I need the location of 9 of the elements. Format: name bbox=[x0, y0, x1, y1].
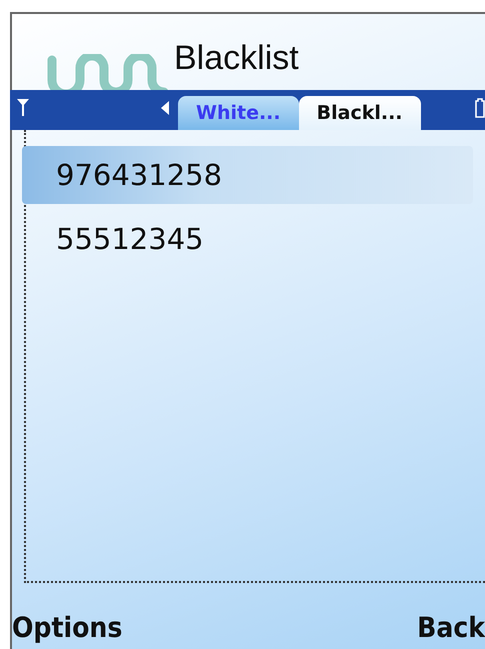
antenna-icon bbox=[16, 98, 30, 116]
left-arrow-icon[interactable] bbox=[160, 100, 170, 116]
list-item[interactable]: 976431258 bbox=[22, 146, 473, 204]
tab[interactable]: White... bbox=[178, 96, 299, 130]
battery-icon bbox=[475, 98, 485, 118]
list-item[interactable]: 55512345 bbox=[22, 210, 473, 268]
app-title: Blacklist bbox=[174, 39, 299, 79]
options-softkey[interactable]: Options bbox=[10, 610, 122, 644]
tab[interactable]: Blackl... bbox=[298, 96, 421, 130]
